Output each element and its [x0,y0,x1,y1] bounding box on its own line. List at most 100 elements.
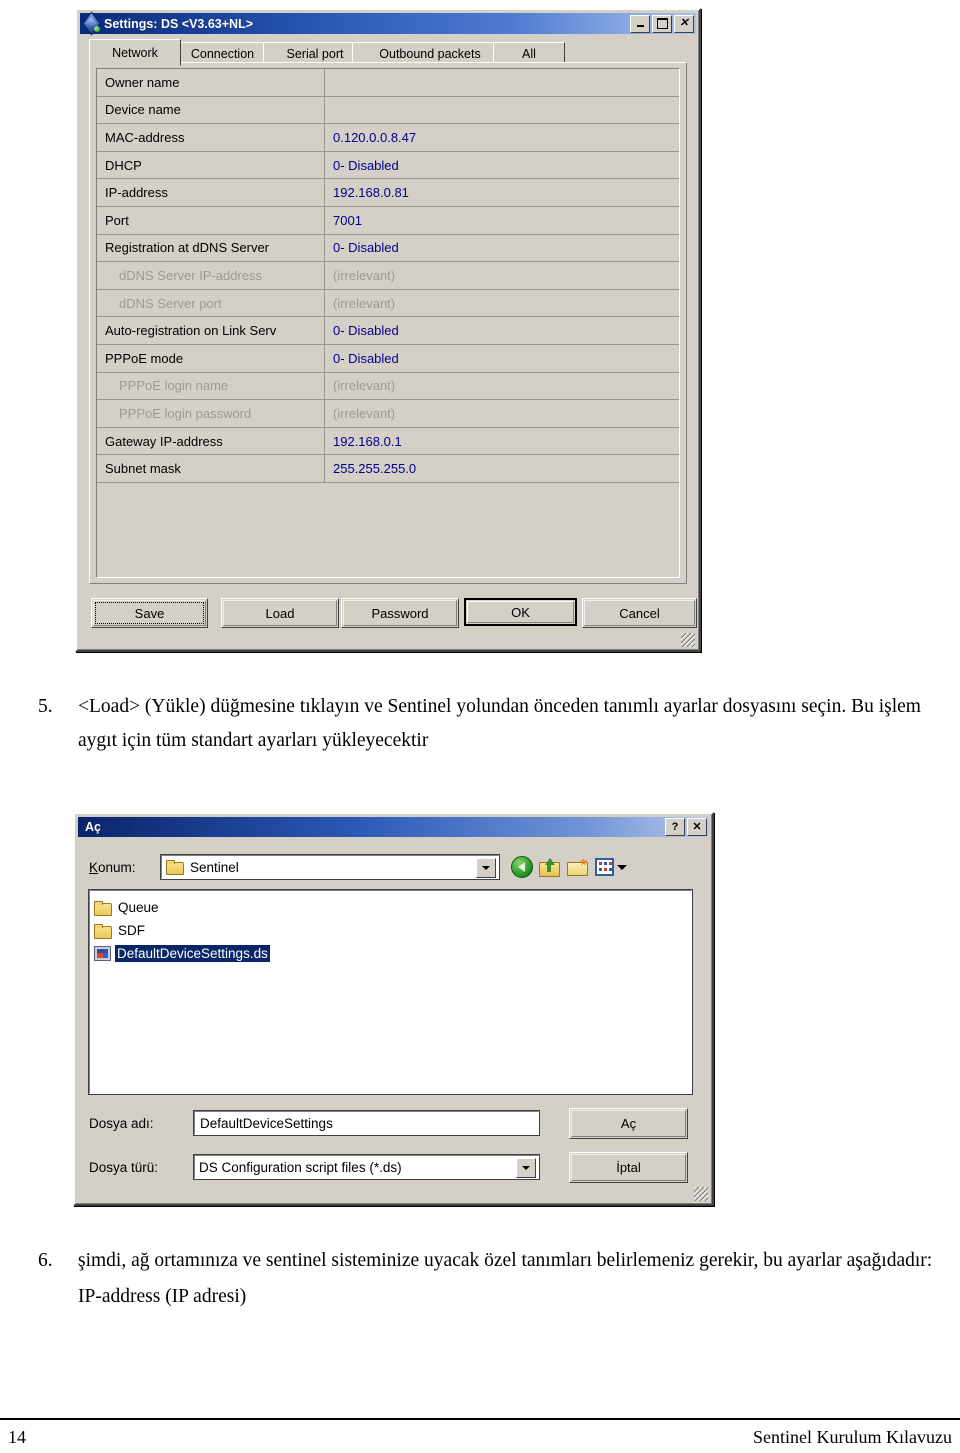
step-6-text: şimdi, ağ ortamınıza ve sentinel sistemi… [78,1250,933,1271]
settings-row-label: dDNS Server port [97,289,325,317]
location-label-rest: onum: [98,859,136,875]
settings-row[interactable]: MAC-address 0.120.0.0.8.47 [97,124,679,152]
settings-row[interactable]: Device name [97,96,679,125]
chevron-down-icon [522,1166,530,1170]
settings-row-value[interactable]: 0.120.0.0.8.47 [325,124,679,151]
settings-row-label: PPPoE mode [97,344,325,372]
open-dialog-close-button[interactable]: ✕ [687,818,707,836]
cancel-open-button[interactable]: İptal [569,1152,688,1183]
new-folder-icon[interactable] [567,856,589,878]
settings-row-value[interactable]: 192.168.0.1 [325,428,679,455]
settings-row[interactable]: PPPoE mode 0- Disabled [97,344,679,373]
filetype-combo-arrow[interactable] [516,1158,536,1178]
settings-row[interactable]: Gateway IP-address 192.168.0.1 [97,427,679,456]
settings-row-label: Subnet mask [97,455,325,482]
settings-row-label: IP-address [97,179,325,206]
open-dialog-title: Aç [85,820,101,834]
file-list-item[interactable]: DefaultDeviceSettings.ds [94,942,691,965]
settings-row-value[interactable]: (irrelevant) [325,290,679,317]
location-combo-arrow[interactable] [476,858,496,878]
step-6-number: 6. [38,1250,53,1271]
settings-titlebar[interactable]: Settings: DS <V3.63+NL> ✕ [80,10,696,36]
cancel-button[interactable]: Cancel [582,598,697,628]
save-button[interactable]: Save [91,598,208,628]
settings-row-label: Port [97,206,325,234]
back-icon[interactable] [511,856,533,878]
settings-grid[interactable]: Owner name Device name MAC-address 0.120.0.… [96,68,680,578]
up-one-level-icon[interactable] [539,856,561,878]
file-list[interactable]: Queue SDF DefaultDeviceSettings.ds [88,889,693,1095]
step-6-subtext: IP-address (IP adresi) [78,1286,247,1307]
settings-row[interactable]: dDNS Server port (irrelevant) [97,289,679,318]
step-5-paragraph: 5. <Load> (Yükle) düğmesine tıklayın ve … [38,690,943,758]
settings-row-value[interactable]: 0- Disabled [325,235,679,262]
file-list-item[interactable]: SDF [94,919,691,942]
filetype-combo[interactable]: DS Configuration script files (*.ds) [193,1154,540,1180]
settings-row-value[interactable]: 0- Disabled [325,345,679,372]
file-list-item[interactable]: Queue [94,896,691,919]
help-button[interactable]: ? [665,818,685,836]
chevron-down-icon [482,866,490,870]
settings-row-value[interactable] [325,97,679,124]
open-button[interactable]: Aç [569,1108,688,1139]
settings-tab-page: Owner name Device name MAC-address 0.120.0.… [89,62,687,584]
settings-row[interactable]: Subnet mask 255.255.255.0 [97,455,679,483]
ok-button[interactable]: OK [464,598,577,626]
filename-input[interactable]: DefaultDeviceSettings [193,1110,540,1136]
settings-row[interactable]: Registration at dDNS Server 0- Disabled [97,234,679,263]
settings-row-value[interactable]: (irrelevant) [325,373,679,400]
document-footer-title: Sentinel Kurulum Kılavuzu [753,1427,952,1447]
settings-row[interactable]: dDNS Server IP-address (irrelevant) [97,262,679,290]
settings-row[interactable]: DHCP 0- Disabled [97,151,679,180]
open-file-dialog: Aç ? ✕ Konum: Sentinel Queue SDF Default… [73,812,714,1206]
settings-row[interactable]: PPPoE login password (irrelevant) [97,400,679,428]
location-row: Konum: Sentinel [89,854,694,880]
settings-row-value[interactable]: 255.255.255.0 [325,455,679,482]
views-icon[interactable] [595,856,627,878]
filetype-combo-value: DS Configuration script files (*.ds) [199,1159,402,1175]
settings-row-value[interactable]: 7001 [325,207,679,234]
page-number: 14 [8,1427,26,1447]
tab-outbound-packets[interactable]: Outbound packets [352,42,508,64]
open-dialog-resize-grip[interactable] [694,1187,708,1201]
settings-row[interactable]: IP-address 192.168.0.81 [97,179,679,207]
file-list-item-label: Queue [118,900,159,915]
resize-grip[interactable] [681,633,695,647]
settings-row[interactable]: Owner name [97,69,679,97]
location-combo-value: Sentinel [190,859,239,875]
settings-row-label: PPPoE login name [97,372,325,400]
settings-row-value[interactable]: (irrelevant) [325,400,679,427]
settings-row-label: DHCP [97,151,325,179]
maximize-button[interactable] [652,14,672,33]
minimize-button[interactable] [630,14,650,33]
file-list-item-label: SDF [118,923,145,938]
password-button[interactable]: Password [341,598,459,628]
settings-row[interactable]: Port 7001 [97,206,679,235]
settings-row-value[interactable] [325,69,679,96]
step-5-text: <Load> (Yükle) düğmesine tıklayın ve Sen… [78,696,921,751]
settings-tabstrip: Network Connection Serial port Outbound … [89,39,687,66]
settings-row-value[interactable]: 0- Disabled [325,152,679,179]
filename-label: Dosya adı: [89,1115,154,1131]
load-button[interactable]: Load [221,598,339,628]
tab-all[interactable]: All [493,42,565,64]
settings-row[interactable]: Auto-registration on Link Serv 0- Disable… [97,317,679,345]
tab-connection[interactable]: Connection [167,42,278,64]
settings-row-label: dDNS Server IP-address [97,262,325,289]
settings-window-title: Settings: DS <V3.63+NL> [104,16,254,31]
settings-row-label: MAC-address [97,124,325,151]
settings-row-value[interactable]: (irrelevant) [325,262,679,289]
tab-network[interactable]: Network [89,39,181,66]
script-file-icon [94,946,111,961]
settings-row-value[interactable]: 192.168.0.81 [325,179,679,206]
settings-row-label: Gateway IP-address [97,427,325,455]
folder-icon [94,900,112,916]
settings-row[interactable]: PPPoE login name (irrelevant) [97,372,679,401]
close-button[interactable]: ✕ [674,14,694,33]
location-combo[interactable]: Sentinel [160,854,500,880]
settings-row-label: Device name [97,96,325,124]
location-label-accel: K [89,859,99,875]
open-dialog-titlebar[interactable]: Aç ? ✕ [78,817,709,837]
views-chevron-down-icon [617,864,627,870]
settings-row-value[interactable]: 0- Disabled [325,317,679,344]
